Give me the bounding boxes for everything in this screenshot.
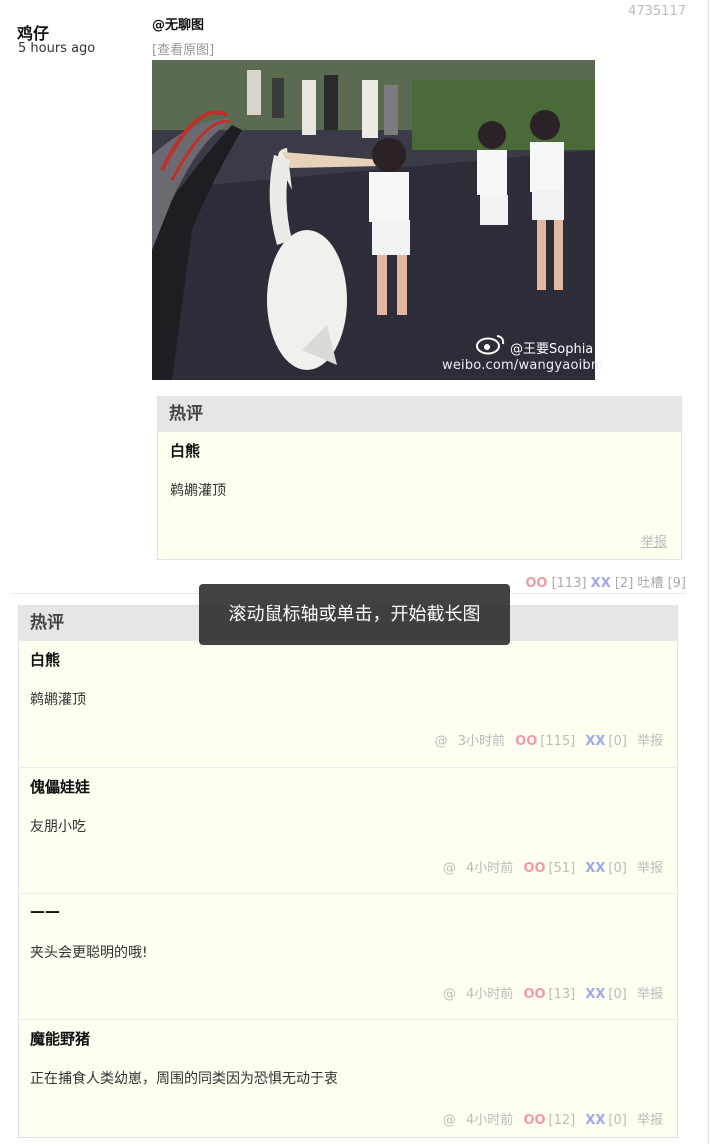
right-border xyxy=(708,0,709,1144)
reply-at-button[interactable]: @ xyxy=(443,1113,456,1128)
list-item: 傀儡娃娃 友朋小吃 @ 4小时前 OO [51] XX [0] 举报 xyxy=(19,767,677,894)
post-time: 5 hours ago xyxy=(18,41,96,56)
comment-meta: @ 3小时前 OO [115] XX [0] 举报 xyxy=(435,730,663,749)
xx-count: [0] xyxy=(608,987,627,1002)
comment-text: 夹头会更聪明的哦! xyxy=(30,945,148,961)
xx-vote-button[interactable]: XX xyxy=(585,1113,605,1128)
post-image[interactable] xyxy=(152,60,595,380)
list-item: 魔能野猪 正在捕食人类幼崽，周围的同类因为恐惧无动于衷 @ 4小时前 OO [12… xyxy=(19,1019,677,1146)
view-original-link[interactable]: [查看原图] xyxy=(152,39,214,58)
xx-vote-button[interactable]: XX xyxy=(585,734,605,749)
reply-at-button[interactable]: @ xyxy=(435,734,448,749)
oo-vote-button[interactable]: OO xyxy=(523,1113,545,1128)
oo-vote-button[interactable]: OO xyxy=(523,861,545,876)
reply-at-button[interactable]: @ xyxy=(443,987,456,1002)
xx-count: [2] xyxy=(614,576,634,591)
xx-count: [0] xyxy=(608,1113,627,1128)
oo-vote-button[interactable]: OO xyxy=(515,734,537,749)
reply-at-button[interactable]: @ xyxy=(443,861,456,876)
tucao-button[interactable]: 吐槽 xyxy=(637,576,663,591)
comment-time: 4小时前 xyxy=(466,1113,514,1128)
comment-time: 4小时前 xyxy=(466,987,514,1002)
oo-count: [51] xyxy=(548,861,576,876)
xx-vote-button[interactable]: XX xyxy=(585,861,605,876)
comment-text: 正在捕食人类幼崽，周围的同类因为恐惧无动于衷 xyxy=(30,1071,338,1087)
list-item: 白熊 鹈鹕灌顶 @ 3小时前 OO [115] XX [0] 举报 xyxy=(19,641,677,767)
image-watermark-site: weibo.com/wangyaoibm xyxy=(442,358,604,373)
comment-text: 鹈鹕灌顶 xyxy=(30,692,86,708)
hot-comments-list: 热评 白熊 鹈鹕灌顶 @ 3小时前 OO [115] XX [0] 举报 傀儡娃娃 … xyxy=(18,605,678,1138)
oo-vote-button[interactable]: OO xyxy=(525,576,547,591)
xx-count: [0] xyxy=(608,734,627,749)
weibo-logo-icon xyxy=(476,333,506,355)
oo-vote-button[interactable]: OO xyxy=(523,987,545,1002)
list-item: —— 夹头会更聪明的哦! @ 4小时前 OO [13] XX [0] 举报 xyxy=(19,893,677,1020)
hot-comment-heading: 热评 xyxy=(158,397,681,432)
image-watermark-user: @王要Sophia xyxy=(510,342,594,357)
report-link[interactable]: 举报 xyxy=(637,1113,663,1128)
comment-meta: @ 4小时前 OO [12] XX [0] 举报 xyxy=(443,1109,663,1128)
xx-vote-button[interactable]: XX xyxy=(585,987,605,1002)
xx-count: [0] xyxy=(608,861,627,876)
comment-time: 3小时前 xyxy=(457,734,506,749)
comment-meta: @ 4小时前 OO [13] XX [0] 举报 xyxy=(443,983,663,1002)
screenshot-toast[interactable]: 滚动鼠标轴或单击，开始截长图 xyxy=(199,584,510,645)
oo-count: [115] xyxy=(540,734,576,749)
report-link[interactable]: 举报 xyxy=(641,531,667,550)
post-actions: OO [113] XX [2] 吐槽 [9] xyxy=(525,572,686,591)
post-id: 4735117 xyxy=(628,4,686,19)
comment-author: —— xyxy=(30,902,60,920)
comment-time: 4小时前 xyxy=(466,861,514,876)
post-source: @无聊图 xyxy=(152,18,205,33)
comment-author: 白熊 xyxy=(30,651,61,669)
comment-author: 白熊 xyxy=(170,442,201,460)
report-link[interactable]: 举报 xyxy=(637,861,663,876)
comment-author: 傀儡娃娃 xyxy=(30,778,91,796)
oo-count: [113] xyxy=(551,576,587,591)
oo-count: [12] xyxy=(548,1113,576,1128)
report-link[interactable]: 举报 xyxy=(637,734,663,749)
comment-text: 鹈鹕灌顶 xyxy=(170,483,226,499)
xx-vote-button[interactable]: XX xyxy=(591,576,611,591)
report-link[interactable]: 举报 xyxy=(637,987,663,1002)
comment-meta: @ 4小时前 OO [51] XX [0] 举报 xyxy=(443,857,663,876)
hot-comment-preview: 热评 白熊 鹈鹕灌顶 举报 xyxy=(157,396,682,560)
oo-count: [13] xyxy=(548,987,576,1002)
tucao-count: [9] xyxy=(667,576,686,591)
comment-text: 友朋小吃 xyxy=(30,819,86,835)
comment-author: 魔能野猪 xyxy=(30,1030,91,1048)
